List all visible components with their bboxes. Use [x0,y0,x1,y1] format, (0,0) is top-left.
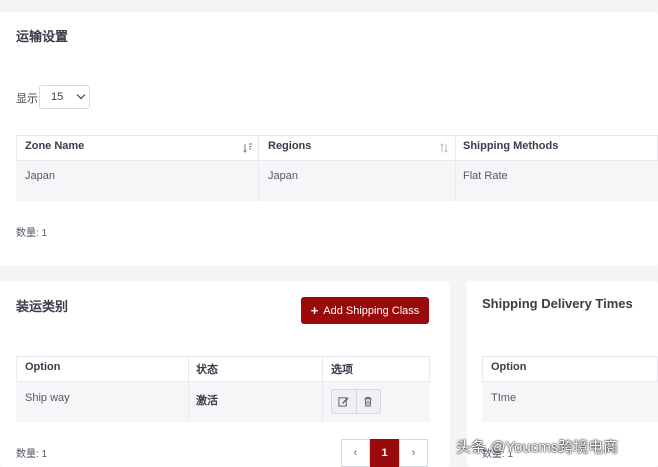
chevron-down-icon [76,90,86,100]
pagination-next-button[interactable]: › [399,439,428,467]
page-size-select[interactable]: 15 [39,85,90,109]
classes-table-header [16,356,430,382]
column-divider [322,356,323,422]
shipping-classes-title: 装运类别 [16,299,69,314]
column-header-shipping-methods[interactable]: Shipping Methods [463,140,558,152]
zone-name-cell: Japan [25,170,55,182]
trash-icon [364,396,373,407]
page-size-value: 15 [51,91,64,103]
shipping-methods-cell: Flat Rate [463,170,508,182]
zones-table-header [16,135,658,161]
page-size-label: 显示 [16,93,38,105]
column-divider [455,135,456,201]
column-header-status: 状态 [196,364,218,376]
shipping-settings-title: 运输设置 [16,29,69,44]
record-count: 数量: 1 [16,449,48,460]
add-shipping-class-label: Add Shipping Class [323,304,420,317]
add-shipping-class-button[interactable]: + Add Shipping Class [301,297,429,324]
sort-icon[interactable] [243,143,253,153]
regions-cell: Japan [268,170,298,182]
column-header-zone-name[interactable]: Zone Name [25,140,84,152]
pagination: ‹ 1 › [341,439,428,467]
column-header-option: Option [25,361,61,373]
column-divider [258,135,259,201]
option-cell: TIme [491,392,517,404]
edit-icon [338,397,350,407]
delivery-times-title: Shipping Delivery Times [482,296,633,311]
column-header-option: Option [491,361,527,373]
watermark-text: 头条 @Youcms跨境电商 [456,439,619,456]
column-divider [188,356,189,422]
column-header-regions[interactable]: Regions [268,140,311,152]
delete-button[interactable] [355,390,380,413]
column-header-actions: 选项 [331,364,353,376]
pagination-page-1[interactable]: 1 [370,439,399,467]
edit-button[interactable] [332,390,356,413]
row-actions [331,389,381,414]
table-row [16,161,658,201]
pagination-prev-button[interactable]: ‹ [341,439,370,467]
plus-icon: + [310,303,319,318]
record-count: 数量: 1 [16,228,48,239]
status-badge: 激活 [196,395,218,407]
option-cell: Ship way [25,392,70,404]
sort-icon[interactable] [439,143,449,153]
